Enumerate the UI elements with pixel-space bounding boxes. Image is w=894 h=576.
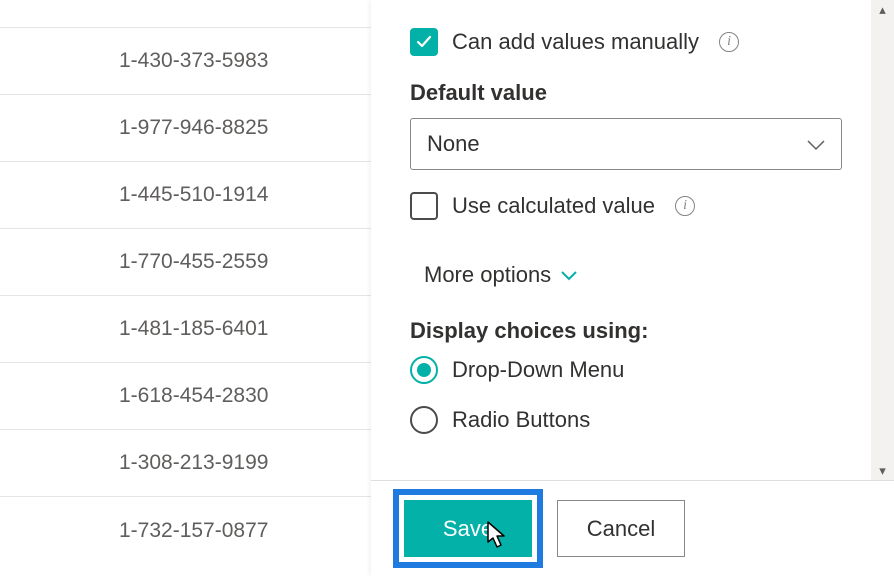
info-icon[interactable]: i [719,32,739,52]
display-choice-radio-row: Radio Buttons [410,406,832,434]
table-row[interactable] [0,0,371,28]
more-options-label: More options [424,262,551,288]
default-value-label: Default value [410,80,832,106]
cell-value: 1-618-454-2830 [119,384,268,408]
table-row[interactable]: 1-308-213-9199 [0,430,371,497]
column-settings-panel: Can add values manually i Default value … [371,0,894,576]
cell-value: 1-445-510-1914 [119,183,268,207]
display-choice-radio-radio[interactable] [410,406,438,434]
table-row[interactable]: 1-770-455-2559 [0,229,371,296]
cancel-button[interactable]: Cancel [557,500,685,557]
data-list: 1-430-373-5983 1-977-946-8825 1-445-510-… [0,0,371,576]
display-choice-radio-label: Radio Buttons [452,407,590,433]
use-calculated-label: Use calculated value [452,193,655,219]
cell-value: 1-732-157-0877 [119,519,268,543]
checkmark-icon [416,34,432,50]
table-row[interactable]: 1-977-946-8825 [0,95,371,162]
scroll-up-icon[interactable]: ▴ [879,3,886,16]
display-choices-label: Display choices using: [410,318,832,344]
display-choice-dropdown-label: Drop-Down Menu [452,357,624,383]
table-row[interactable]: 1-445-510-1914 [0,162,371,229]
default-value-select[interactable]: None [410,118,842,170]
panel-scrollbar[interactable]: ▴ ▾ [871,0,894,480]
save-button-label: Save [443,516,493,542]
table-row[interactable]: 1-430-373-5983 [0,28,371,95]
table-row[interactable]: 1-618-454-2830 [0,363,371,430]
info-icon[interactable]: i [675,196,695,216]
table-row[interactable]: 1-732-157-0877 [0,497,371,564]
save-highlight: Save [393,489,543,568]
cell-value: 1-977-946-8825 [119,116,268,140]
chevron-down-icon [561,265,577,286]
panel-body: Can add values manually i Default value … [371,0,871,480]
use-calculated-row: Use calculated value i [410,192,832,220]
display-choice-dropdown-radio[interactable] [410,356,438,384]
can-add-values-checkbox[interactable] [410,28,438,56]
use-calculated-checkbox[interactable] [410,192,438,220]
chevron-down-icon [807,131,825,157]
display-choice-dropdown-row: Drop-Down Menu [410,356,832,384]
panel-footer: Save Cancel [371,480,894,576]
cell-value: 1-430-373-5983 [119,49,268,73]
can-add-values-row: Can add values manually i [410,28,832,56]
default-value-selected: None [427,131,480,157]
cell-value: 1-481-185-6401 [119,317,268,341]
save-button[interactable]: Save [404,500,532,557]
cell-value: 1-770-455-2559 [119,250,268,274]
more-options-toggle[interactable]: More options [424,262,577,288]
cancel-button-label: Cancel [587,516,655,542]
cell-value: 1-308-213-9199 [119,451,268,475]
can-add-values-label: Can add values manually [452,29,699,55]
scroll-down-icon[interactable]: ▾ [879,464,886,477]
scrollbar-track[interactable] [871,20,894,460]
table-row[interactable]: 1-481-185-6401 [0,296,371,363]
